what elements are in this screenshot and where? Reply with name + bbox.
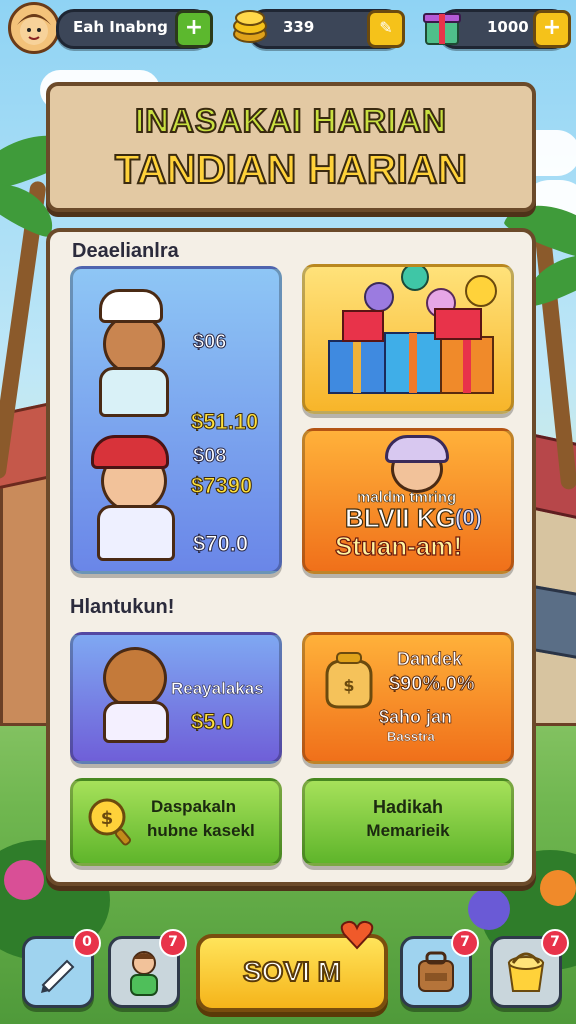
- coin-magnifier-icon: $: [88, 798, 131, 846]
- inventory-badge: 7: [451, 929, 479, 957]
- friends-button[interactable]: 7: [108, 929, 187, 1008]
- edit-badge: 0: [73, 929, 101, 957]
- coin-counter: 339 ✎: [248, 9, 405, 49]
- section-label-2: Hlantukun!: [70, 596, 175, 618]
- bag-title: Dandek: [397, 649, 463, 670]
- coin-stack-icon: [230, 6, 270, 46]
- play-main-label: SOVI M: [242, 955, 342, 988]
- inventory-button[interactable]: 7: [400, 929, 479, 1008]
- add-gems-button[interactable]: +: [533, 10, 571, 48]
- bag-sub-2: Basstra: [387, 729, 435, 744]
- top-bar: Eah Inabng + 339 ✎ 1000 +: [0, 0, 576, 56]
- coin-bag-icon: $: [325, 652, 373, 709]
- svg-text:$: $: [343, 676, 354, 695]
- collect-line-1: Daspakaln: [151, 797, 237, 816]
- add-coins-button[interactable]: ✎: [367, 10, 405, 48]
- collect-coins-button[interactable]: $ Daspakaln hubne kasekl: [70, 778, 282, 866]
- monkey-price: $5.0: [191, 709, 235, 735]
- gem-amount: 1000: [487, 18, 529, 36]
- player-name-pill: Eah Inabng +: [56, 9, 213, 49]
- flower-purple: [468, 888, 510, 930]
- coin-bag-offer-card[interactable]: $ Dandek $90%.0% $aho jan Basstra: [302, 632, 514, 764]
- character-deal-card[interactable]: $06 $51.10 $08 $7390 $70.0: [70, 266, 282, 574]
- offer-mark: (0): [455, 505, 483, 531]
- svg-text:$: $: [101, 808, 114, 829]
- bag-sub-1: $aho jan: [379, 707, 453, 728]
- character-monkey-body: [103, 701, 169, 743]
- character-boy-body: [97, 505, 175, 561]
- title-line-2: TANDIAN HARIAN: [114, 145, 468, 193]
- price-a: $08: [192, 445, 227, 468]
- monkey-name: Reayalakas: [171, 679, 264, 699]
- offer-cta: Stuan-am!: [334, 530, 463, 561]
- heart-icon: [340, 920, 374, 950]
- price-c: $70.0: [192, 531, 249, 557]
- chef-hat-icon: [99, 289, 163, 323]
- monkey-deal-card[interactable]: Reayalakas $5.0: [70, 632, 282, 764]
- shop-button[interactable]: 7: [490, 929, 569, 1008]
- gift-reward-button[interactable]: Hadikah Memarieik: [302, 778, 514, 866]
- collect-line-2: hubne kasekl: [147, 821, 255, 840]
- shop-badge: 7: [541, 929, 569, 957]
- red-cap-icon: [91, 435, 169, 469]
- friends-badge: 7: [159, 929, 187, 957]
- flower-orange: [540, 870, 576, 906]
- bag-value: $90%.0%: [389, 673, 476, 696]
- character-chef-body: [99, 367, 169, 417]
- add-friend-button[interactable]: +: [175, 10, 213, 48]
- character-monkey-icon: [103, 647, 167, 709]
- coin-amount: 339: [283, 18, 315, 36]
- mystery-offer-card[interactable]: maldm tmring BLVII KG (0) Stuan-am!: [302, 428, 514, 574]
- title-board: INASAKAI HARIAN TANDIAN HARIAN: [46, 82, 536, 212]
- gift-bundle-card[interactable]: [302, 264, 514, 414]
- price-b: $7390: [190, 473, 253, 499]
- play-main-button[interactable]: SOVI M: [196, 920, 388, 1012]
- flower-pink: [4, 860, 44, 900]
- title-line-1: INASAKAI HARIAN: [134, 101, 447, 140]
- reward-line-1: Hadikah: [372, 797, 444, 817]
- helmet-icon: [385, 435, 449, 463]
- main-panel: Deaelianlra $06 $51.10 $08 $7390 $70.0 m…: [46, 228, 536, 886]
- gift-boxes-icon: [328, 267, 497, 394]
- reward-line-2: Memarieik: [366, 821, 450, 840]
- house-left: [0, 460, 50, 726]
- player-name: Eah Inabng: [73, 18, 168, 36]
- player-avatar[interactable]: [8, 2, 60, 54]
- section-label-1: Deaelianlra: [72, 240, 179, 262]
- price-bottom: $51.10: [190, 409, 259, 435]
- gift-box-icon: [420, 4, 464, 48]
- price-top: $06: [192, 331, 227, 354]
- offer-big-text: BLVII KG: [344, 502, 456, 533]
- edit-button[interactable]: 0: [22, 929, 101, 1008]
